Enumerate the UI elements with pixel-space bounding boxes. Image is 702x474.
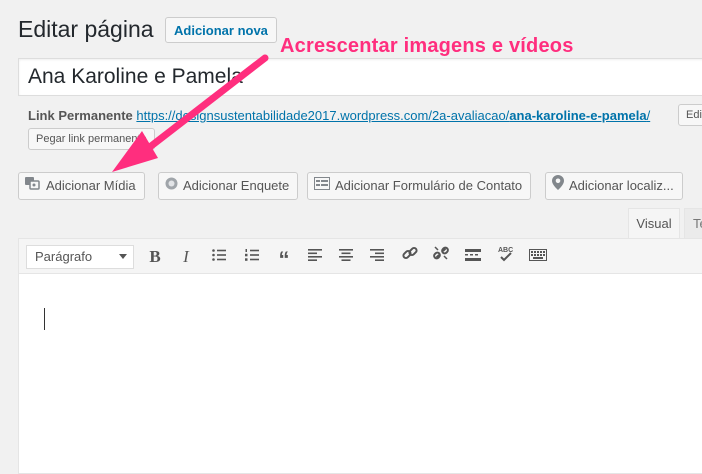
annotation-arrow: [112, 54, 269, 172]
annotation-text: Acrescentar imagens e vídeos: [280, 35, 574, 57]
